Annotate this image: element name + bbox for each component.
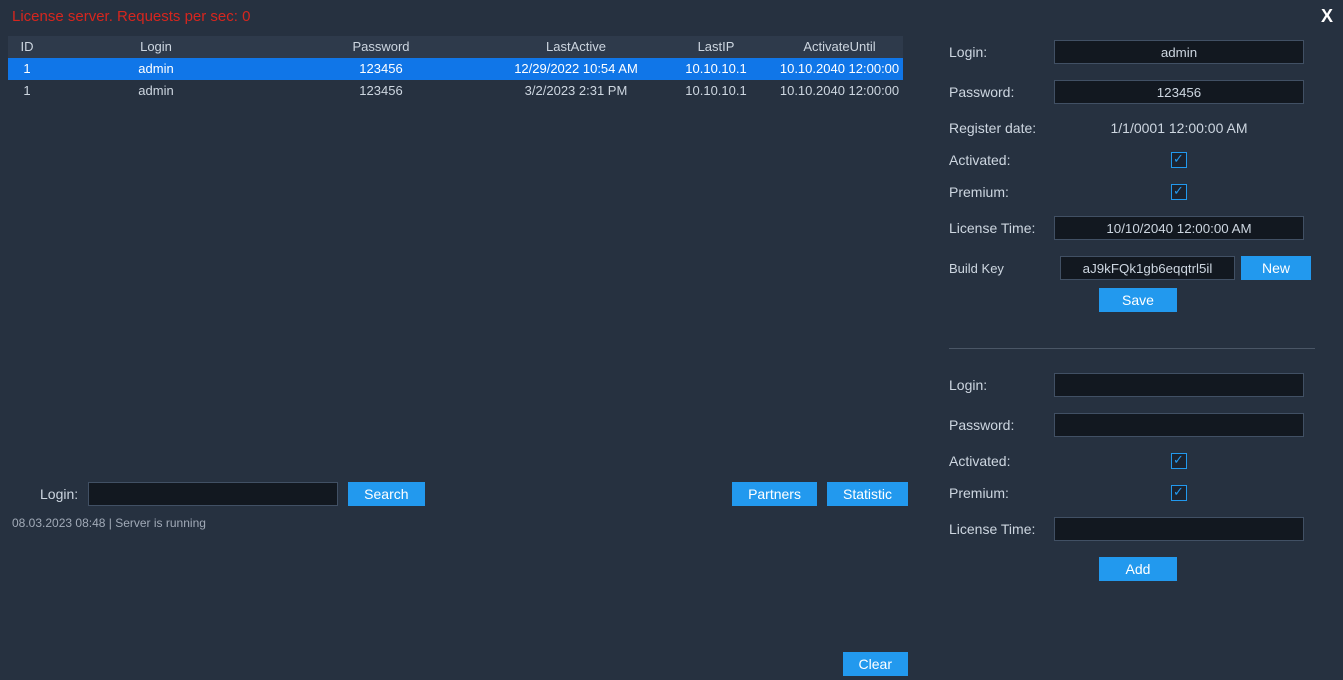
cell-login: admin	[46, 80, 266, 103]
cell-last_active: 3/2/2023 2:31 PM	[496, 80, 656, 103]
add-password-input[interactable]	[1054, 413, 1304, 437]
cell-last_ip: 10.10.10.1	[656, 80, 776, 103]
add-premium-label: Premium:	[949, 485, 1054, 501]
status-text: License server. Requests per sec: 0	[12, 8, 250, 25]
table-row[interactable]: 1admin12345612/29/2022 10:54 AM10.10.10.…	[8, 58, 903, 80]
add-login-input[interactable]	[1054, 373, 1304, 397]
new-key-button[interactable]: New	[1241, 256, 1311, 280]
add-login-label: Login:	[949, 377, 1054, 393]
search-input[interactable]	[88, 482, 338, 506]
edit-activated-checkbox[interactable]	[1171, 152, 1187, 168]
search-button[interactable]: Search	[348, 482, 424, 506]
users-table: ID Login Password LastActive LastIP Acti…	[8, 36, 903, 102]
edit-register-value: 1/1/0001 12:00:00 AM	[1054, 120, 1304, 136]
edit-login-label: Login:	[949, 44, 1054, 60]
edit-buildkey-label: Build Key	[949, 261, 1054, 276]
cell-activate_until: 10.10.2040 12:00:00	[776, 58, 903, 81]
timestamp-text: 08.03.2023 08:48 | Server is running	[12, 516, 206, 530]
cell-last_active: 12/29/2022 10:54 AM	[496, 58, 656, 81]
add-license-input[interactable]	[1054, 517, 1304, 541]
cell-password: 123456	[266, 80, 496, 103]
col-password: Password	[266, 36, 496, 58]
divider	[949, 348, 1315, 349]
add-password-label: Password:	[949, 417, 1054, 433]
edit-license-input[interactable]	[1054, 216, 1304, 240]
col-lastactive: LastActive	[496, 36, 656, 58]
add-activated-checkbox[interactable]	[1171, 453, 1187, 469]
add-button[interactable]: Add	[1099, 557, 1177, 581]
col-activateuntil: ActivateUntil	[776, 36, 903, 58]
partners-button[interactable]: Partners	[732, 482, 817, 506]
table-row[interactable]: 1admin1234563/2/2023 2:31 PM10.10.10.110…	[8, 80, 903, 102]
add-premium-checkbox[interactable]	[1171, 485, 1187, 501]
col-id: ID	[8, 36, 46, 58]
cell-password: 123456	[266, 58, 496, 81]
edit-buildkey-input[interactable]	[1060, 256, 1235, 280]
close-icon[interactable]: X	[1321, 6, 1333, 27]
col-lastip: LastIP	[656, 36, 776, 58]
cell-last_ip: 10.10.10.1	[656, 58, 776, 81]
cell-login: admin	[46, 58, 266, 81]
clear-button[interactable]: Clear	[843, 652, 908, 676]
statistic-button[interactable]: Statistic	[827, 482, 908, 506]
save-button[interactable]: Save	[1099, 288, 1177, 312]
col-login: Login	[46, 36, 266, 58]
cell-activate_until: 10.10.2040 12:00:00	[776, 80, 903, 103]
edit-license-label: License Time:	[949, 220, 1054, 236]
cell-id: 1	[8, 58, 46, 81]
add-license-label: License Time:	[949, 521, 1054, 537]
search-label: Login:	[40, 486, 78, 502]
cell-id: 1	[8, 80, 46, 103]
edit-activated-label: Activated:	[949, 152, 1054, 168]
side-panel: Login: Password: Register date: 1/1/0001…	[933, 30, 1343, 591]
edit-login-input[interactable]	[1054, 40, 1304, 64]
edit-password-input[interactable]	[1054, 80, 1304, 104]
table-header: ID Login Password LastActive LastIP Acti…	[8, 36, 903, 58]
add-activated-label: Activated:	[949, 453, 1054, 469]
edit-premium-label: Premium:	[949, 184, 1054, 200]
edit-password-label: Password:	[949, 84, 1054, 100]
edit-premium-checkbox[interactable]	[1171, 184, 1187, 200]
search-area: Login: Search	[40, 482, 425, 506]
edit-register-label: Register date:	[949, 120, 1054, 136]
